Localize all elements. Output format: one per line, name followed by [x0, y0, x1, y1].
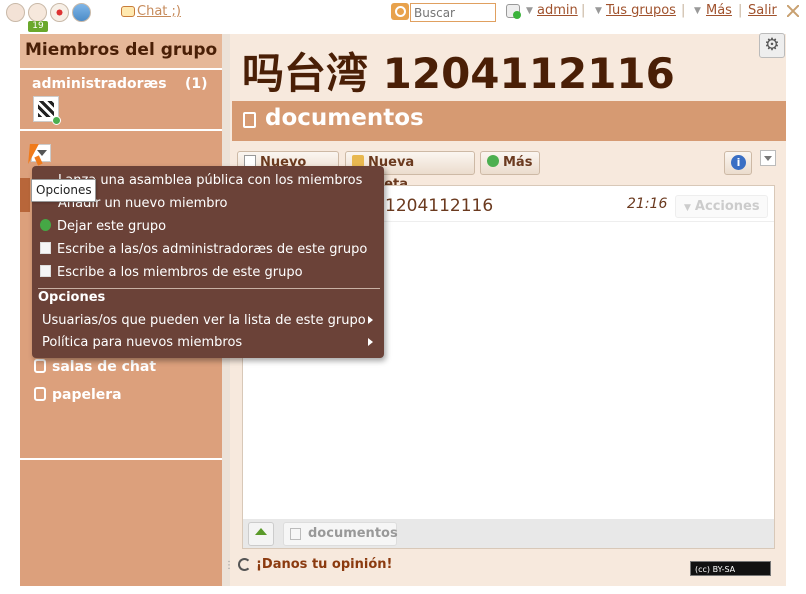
document-time: 21:16	[627, 196, 668, 212]
view-options-dropdown[interactable]	[760, 150, 776, 166]
sidebar-item-label: papelera	[52, 387, 122, 403]
folder-up-button[interactable]	[248, 522, 274, 546]
page-title: 吗台湾 1204112116	[242, 49, 675, 98]
document-icon	[243, 112, 256, 128]
notification-count-badge: 19	[28, 21, 48, 32]
folder-icon	[290, 528, 301, 540]
apps-icon[interactable]	[50, 3, 69, 22]
user-menu-link[interactable]: admin	[537, 3, 578, 18]
chat-link[interactable]: Chat ;)	[137, 4, 181, 19]
menu-item-write-admins[interactable]: Escribe a las/os administradoræs de este…	[40, 242, 367, 257]
admins-label[interactable]: administradoræs	[32, 76, 167, 92]
menu-item-public-assembly[interactable]: Lanza una asamblea pública con los miemb…	[58, 173, 362, 188]
divider	[20, 458, 222, 460]
actions-label: Acciones	[694, 199, 760, 214]
groups-chevron-icon[interactable]: ▼	[595, 6, 602, 16]
section-title: documentos	[265, 105, 424, 131]
admins-count: (1)	[185, 76, 208, 92]
resize-corner-icon	[787, 5, 799, 17]
home-icon[interactable]	[6, 3, 25, 22]
gear-icon[interactable]: ⚙	[759, 33, 785, 58]
add-icon	[487, 155, 499, 167]
search-icon[interactable]	[391, 3, 409, 20]
separator: |	[681, 3, 686, 18]
top-bar: 19 Chat ;) ▼ admin | ▼ Tus grupos | ▼ Má…	[0, 0, 806, 32]
sidebar-title: Miembros del grupo	[20, 34, 222, 70]
submenu-list-visibility[interactable]: Usuarias/os que pueden ver la lista de e…	[42, 313, 366, 328]
document-icon	[40, 265, 51, 277]
globe-icon[interactable]	[72, 3, 91, 22]
leave-icon	[40, 219, 51, 231]
submenu-new-members-policy[interactable]: Política para nuevos miembros	[42, 335, 242, 350]
feedback-link[interactable]: ¡Danos tu opinión!	[256, 557, 392, 572]
user-status-icon	[506, 4, 521, 19]
menu-item-leave-group[interactable]: Dejar este grupo	[40, 219, 166, 234]
license-badge[interactable]: (cc) BY-SA	[690, 561, 771, 576]
sidebar-item-label: salas de chat	[52, 359, 157, 375]
chevron-down-icon: ▼	[684, 203, 691, 213]
groups-menu-link[interactable]: Tus grupos	[606, 3, 676, 18]
separator: |	[581, 3, 586, 18]
document-actions-button[interactable]: ▼ Acciones	[675, 195, 768, 218]
more-button[interactable]: Más	[480, 151, 540, 175]
refresh-icon	[238, 558, 251, 571]
separator: |	[738, 3, 743, 18]
chevron-right-icon	[368, 316, 373, 324]
notifications-icon[interactable]	[28, 3, 47, 22]
menu-item-label: Escribe a las/os administradoræs de este…	[57, 242, 368, 257]
menu-item-label: Escribe a los miembros de este grupo	[57, 265, 303, 280]
logout-link[interactable]: Salir	[748, 3, 777, 18]
document-icon	[40, 242, 51, 254]
chat-icon	[121, 6, 135, 17]
more-label: Más	[503, 155, 533, 170]
options-heading: Opciones	[38, 290, 106, 305]
menu-item-label: Lanza una asamblea pública con los miemb…	[58, 173, 363, 188]
search-input[interactable]	[410, 3, 496, 22]
info-button[interactable]	[724, 151, 752, 175]
user-menu-chevron-icon[interactable]: ▼	[526, 6, 533, 16]
menu-item-write-members[interactable]: Escribe a los miembros de este grupo	[40, 265, 303, 280]
more-chevron-icon[interactable]: ▼	[694, 6, 701, 16]
menu-separator	[38, 288, 380, 289]
online-status-icon	[52, 116, 61, 125]
document-name[interactable]: 1204112116	[385, 196, 493, 216]
selected-indicator	[20, 178, 30, 212]
chevron-right-icon	[368, 338, 373, 346]
trash-icon	[34, 387, 46, 401]
chat-rooms-icon	[34, 359, 46, 373]
menu-item-label: Dejar este grupo	[57, 219, 167, 234]
tooltip: Opciones	[31, 179, 96, 202]
sidebar-item-chat-rooms[interactable]: salas de chat	[34, 359, 156, 375]
more-menu-link[interactable]: Más	[706, 3, 732, 18]
divider	[20, 129, 222, 131]
sidebar-item-trash[interactable]: papelera	[34, 387, 122, 403]
